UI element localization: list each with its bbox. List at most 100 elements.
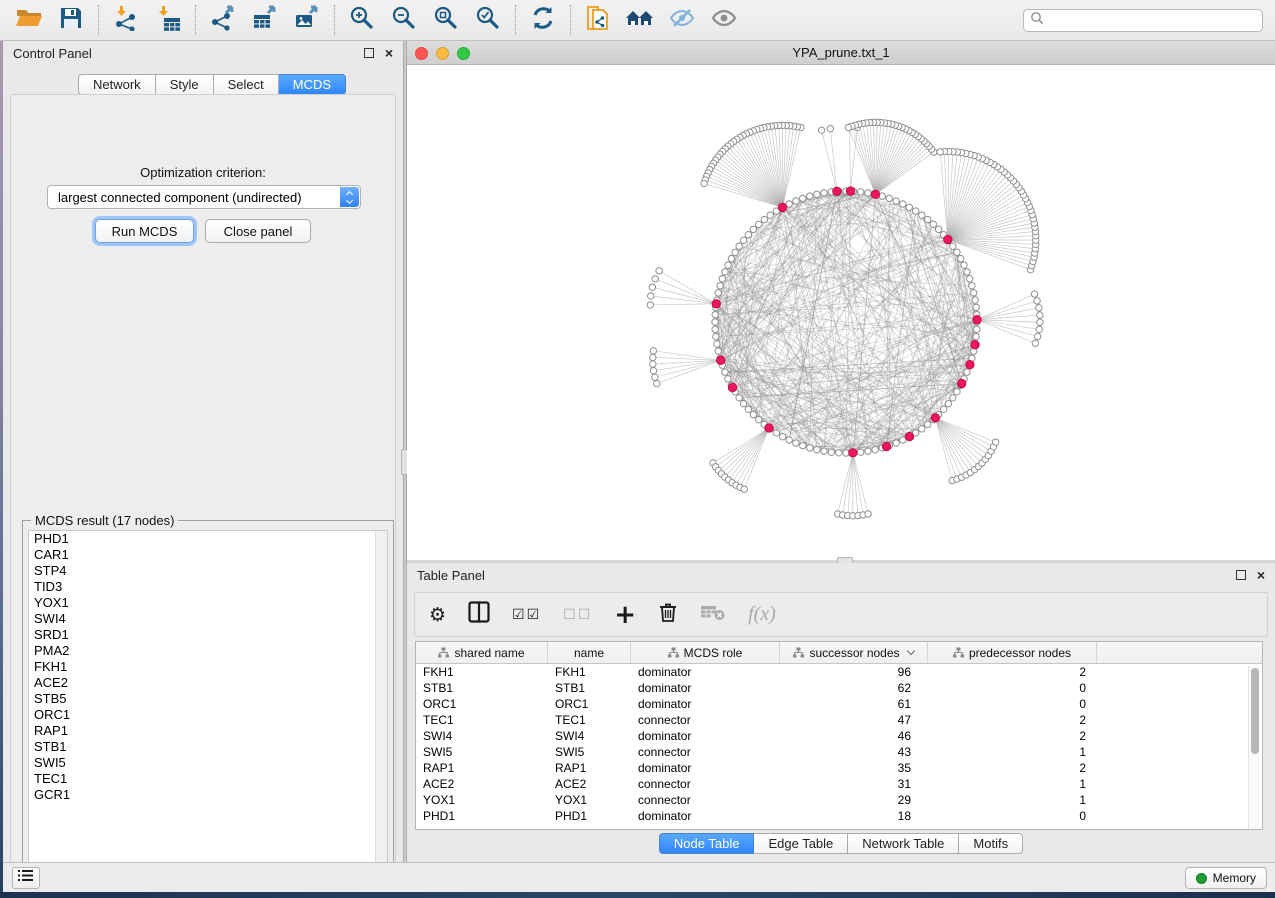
search-input[interactable] [1048,14,1262,28]
table-row[interactable]: STB1STB1dominator620 [416,680,1262,696]
table-cell: 0 [928,681,1097,695]
table-cell: RAP1 [548,761,631,775]
tab-select[interactable]: Select [214,74,279,95]
criterion-dropdown[interactable]: largest connected component (undirected) [47,185,361,209]
show-columns-icon[interactable] [468,601,490,628]
close-panel-button[interactable]: Close panel [205,219,311,243]
table-panel-tabs: Node Table Edge Table Network Table Moti… [407,833,1275,854]
table-cell: 43 [780,745,928,759]
close-traffic-light[interactable] [415,47,428,60]
add-column-plus-icon[interactable]: + [614,605,636,625]
minimize-traffic-light[interactable] [436,47,449,60]
table-row[interactable]: FKH1FKH1dominator962 [416,664,1262,680]
mcds-node-item[interactable]: RAP1 [29,723,387,739]
apply-layout-button[interactable] [522,3,564,37]
table-row[interactable]: ACE2ACE2connector311 [416,776,1262,792]
tab-node-table[interactable]: Node Table [659,833,755,854]
first-neighbors-button[interactable] [619,3,661,37]
table-row[interactable]: PHD1PHD1dominator180 [416,808,1262,824]
tab-network[interactable]: Network [78,74,156,95]
mcds-node-item[interactable]: FKH1 [29,659,387,675]
table-cell: dominator [631,681,780,695]
close-panel-icon[interactable]: × [385,48,393,58]
mcds-node-item[interactable]: GCR1 [29,787,387,803]
table-row[interactable]: YOX1YOX1connector291 [416,792,1262,808]
mcds-result-list[interactable]: PHD1CAR1STP4TID3YOX1SWI4SRD1PMA2FKH1ACE2… [28,530,388,882]
table-toolbar: ⚙ ☑☑ ☐☐ + f(x) [414,592,1268,637]
mcds-node-item[interactable]: PMA2 [29,643,387,659]
table-scrollbar-thumb[interactable] [1251,668,1259,754]
tab-edge-table[interactable]: Edge Table [754,833,848,854]
import-network-icon [113,5,139,36]
mcds-node-item[interactable]: SWI5 [29,755,387,771]
table-row[interactable]: TEC1TEC1connector472 [416,712,1262,728]
export-image-button[interactable] [286,3,328,37]
search-box[interactable] [1023,9,1263,32]
run-mcds-button[interactable]: Run MCDS [95,219,194,243]
mcds-node-item[interactable]: PHD1 [29,531,387,547]
deselect-all-icon[interactable]: ☐☐ [563,607,592,623]
table-panel: Table Panel × ⚙ ☑☑ ☐☐ + f(x) shared name… [407,563,1275,862]
duplicate-network-button[interactable] [577,3,619,37]
open-file-button[interactable] [8,3,50,37]
table-cell: connector [631,713,780,727]
mcds-list-scrollbar[interactable] [375,531,387,881]
zoom-out-button[interactable] [383,3,425,37]
two-houses-icon [625,6,655,35]
tab-mcds[interactable]: MCDS [279,74,346,95]
table-row[interactable]: RAP1RAP1dominator352 [416,760,1262,776]
column-header-predecessor-nodes[interactable]: predecessor nodes [928,642,1097,663]
close-panel-icon[interactable]: × [1257,570,1265,580]
network-window-titlebar[interactable]: YPA_prune.txt_1 [407,41,1275,65]
zoom-fit-button[interactable] [425,3,467,37]
show-all-button[interactable] [703,3,745,37]
select-all-icon[interactable]: ☑☑ [512,607,541,623]
maximize-traffic-light[interactable] [457,47,470,60]
table-row[interactable]: ORC1ORC1dominator610 [416,696,1262,712]
mcds-node-item[interactable]: SWI4 [29,611,387,627]
mcds-node-item[interactable]: TEC1 [29,771,387,787]
table-cell: 2 [928,665,1097,679]
network-canvas[interactable] [407,65,1275,560]
task-history-button[interactable] [12,867,40,889]
table-settings-gear-icon[interactable]: ⚙ [429,604,446,626]
network-graph[interactable] [407,65,1275,560]
mcds-node-item[interactable]: STP4 [29,563,387,579]
hide-selected-button[interactable] [661,3,703,37]
table-cell: YOX1 [548,793,631,807]
mcds-node-item[interactable]: CAR1 [29,547,387,563]
tab-style[interactable]: Style [156,74,214,95]
column-header-name[interactable]: name [548,642,631,663]
mcds-node-item[interactable]: YOX1 [29,595,387,611]
float-panel-icon[interactable] [1236,570,1246,580]
mcds-node-item[interactable]: STB5 [29,691,387,707]
network-window-title: YPA_prune.txt_1 [792,45,889,60]
table-row[interactable]: SWI5SWI5connector431 [416,744,1262,760]
column-header-successor-nodes[interactable]: successor nodes [780,642,928,663]
zoom-in-button[interactable] [341,3,383,37]
mcds-node-item[interactable]: ORC1 [29,707,387,723]
mcds-node-item[interactable]: STB1 [29,739,387,755]
tab-motifs[interactable]: Motifs [959,833,1023,854]
mcds-node-item[interactable]: ACE2 [29,675,387,691]
memory-button[interactable]: Memory [1185,867,1267,889]
mcds-node-item[interactable]: TID3 [29,579,387,595]
import-network-button[interactable] [105,3,147,37]
export-table-button[interactable] [244,3,286,37]
zoom-selected-button[interactable] [467,3,509,37]
duplicate-network-icon [585,5,611,36]
save-session-button[interactable] [50,3,92,37]
column-header-mcds-role[interactable]: MCDS role [631,642,780,663]
delete-column-trash-icon[interactable] [658,601,678,628]
table-scrollbar[interactable] [1248,666,1260,829]
export-network-button[interactable] [202,3,244,37]
table-row[interactable]: SWI4SWI4dominator462 [416,728,1262,744]
float-panel-icon[interactable] [364,48,374,58]
control-panel: Control Panel × Network Style Select MCD… [3,41,403,862]
import-table-button[interactable] [147,3,189,37]
tab-network-table[interactable]: Network Table [848,833,959,854]
column-header-shared-name[interactable]: shared name [416,642,548,663]
mcds-node-item[interactable]: SRD1 [29,627,387,643]
table-cell: dominator [631,697,780,711]
table-cell: 0 [928,697,1097,711]
